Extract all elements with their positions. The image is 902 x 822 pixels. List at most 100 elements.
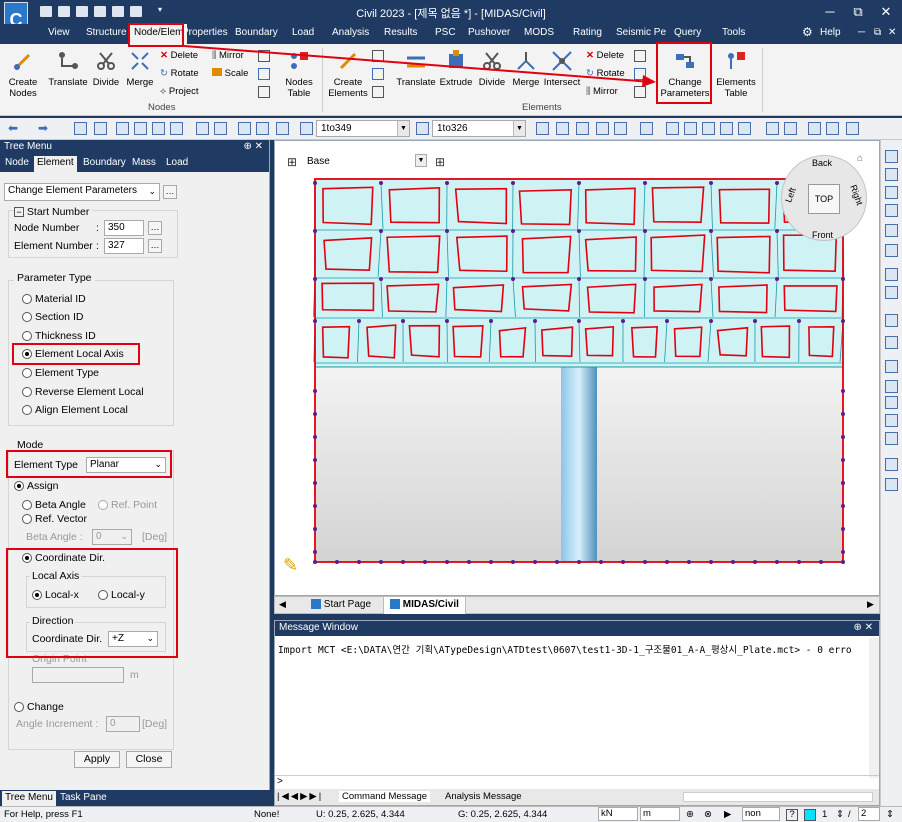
create-nodes-button[interactable]: Create Nodes [6, 50, 40, 99]
start-number-toggle[interactable]: − Start Number [14, 206, 93, 218]
mesh-element[interactable] [408, 324, 441, 358]
radio-local-y[interactable]: Local-y [98, 589, 145, 601]
command-line[interactable]: > [275, 775, 879, 789]
mesh-node[interactable] [357, 560, 361, 564]
tab-start-page[interactable]: Start Page [305, 597, 377, 614]
mesh-node[interactable] [731, 560, 735, 564]
mesh-element[interactable] [454, 187, 508, 225]
mesh-node[interactable] [313, 560, 317, 564]
radio-local-x[interactable]: Local-x [32, 589, 79, 601]
mesh-node[interactable] [643, 277, 647, 281]
tab-node[interactable]: Node [5, 157, 29, 168]
change-parameters-button[interactable]: Change Parameters [660, 50, 710, 99]
mirror-nodes-button[interactable]: ⫼ Mirror [212, 50, 244, 61]
mesh-element[interactable] [718, 284, 768, 314]
mesh-node[interactable] [577, 277, 581, 281]
mesh-node[interactable] [467, 560, 471, 564]
toolbar-icon[interactable] [640, 122, 653, 135]
coord-dir-select[interactable]: +Z ⌄ [108, 631, 158, 647]
radio-change[interactable]: Change [14, 701, 64, 713]
inner-minimize-button[interactable]: ─ [858, 27, 865, 38]
mesh-node[interactable] [709, 319, 713, 323]
mesh-element[interactable] [452, 325, 484, 358]
delete-elements-button[interactable]: ✕ Delete [586, 50, 624, 61]
view-tool-icon[interactable] [885, 186, 898, 199]
toolbar-icon[interactable] [766, 122, 779, 135]
mesh-element[interactable] [716, 326, 749, 357]
mesh-element[interactable] [322, 186, 374, 226]
mesh-node[interactable] [511, 229, 515, 233]
tab-psc[interactable]: PSC [435, 27, 456, 38]
mesh-node[interactable] [401, 319, 405, 323]
toolbar-icon[interactable] [684, 122, 697, 135]
message-hscrollbar[interactable] [683, 792, 873, 802]
tab-seismic[interactable]: Seismic Pe [616, 27, 666, 38]
mesh-element[interactable] [584, 187, 636, 226]
mesh-element[interactable] [673, 326, 703, 358]
toolbar-icon[interactable] [556, 122, 569, 135]
mesh-element[interactable] [521, 235, 572, 274]
help-menu[interactable]: Help [820, 27, 841, 38]
tab-load-tree[interactable]: Load [166, 157, 188, 168]
toolbar-icon[interactable] [238, 122, 251, 135]
project-nodes-button[interactable]: ⟡ Project [160, 86, 199, 97]
toolbar-icon[interactable] [702, 122, 715, 135]
mesh-node[interactable] [841, 550, 845, 554]
inner-restore-button[interactable]: ⧉ [874, 27, 881, 38]
model-viewport[interactable]: ⊞ Base ▼ ⊞ Back Front Left Right TOP ⌂ ✎ [274, 140, 880, 596]
toolbar-icon[interactable] [152, 122, 165, 135]
intersect-button[interactable]: Intersect [542, 50, 582, 88]
tab-structure[interactable]: Structure [86, 27, 127, 38]
radio-beta-angle[interactable]: Beta Angle [22, 499, 86, 511]
element-tool-icon-3[interactable] [372, 86, 384, 98]
toolbar-icon[interactable] [784, 122, 797, 135]
mesh-element[interactable] [808, 326, 835, 358]
tab-query[interactable]: Query [674, 27, 701, 38]
mesh-element[interactable] [388, 187, 441, 224]
view-tool-icon[interactable] [885, 168, 898, 181]
view-tool-icon[interactable] [885, 432, 898, 445]
mesh-node[interactable] [643, 560, 647, 564]
view-cube-left[interactable]: Left [783, 186, 798, 204]
mesh-node[interactable] [511, 181, 515, 185]
mesh-node[interactable] [445, 560, 449, 564]
function-select[interactable]: Change Element Parameters ⌄ [4, 183, 160, 201]
msg-nav-icons[interactable]: |◀◀▶▶| [277, 791, 323, 802]
mesh-element[interactable] [386, 235, 441, 274]
tab-boundary[interactable]: Boundary [83, 157, 126, 168]
help-icon[interactable]: ? [786, 809, 798, 821]
view-tool-icon[interactable] [885, 396, 898, 409]
mesh-node[interactable] [797, 319, 801, 323]
mesh-node[interactable] [379, 181, 383, 185]
mesh-node[interactable] [841, 481, 845, 485]
radio-ref-point[interactable]: Ref. Point [98, 499, 157, 511]
mesh-node[interactable] [577, 560, 581, 564]
mesh-element[interactable] [323, 237, 373, 272]
mesh-node[interactable] [797, 560, 801, 564]
inner-close-button[interactable]: ✕ [888, 27, 896, 38]
toolbar-icon[interactable] [94, 122, 107, 135]
node-select-icon[interactable] [300, 122, 313, 135]
view-tool-icon[interactable] [885, 478, 898, 491]
mesh-node[interactable] [313, 389, 317, 393]
mesh-node[interactable] [775, 277, 779, 281]
radio-material-id[interactable]: Material ID [22, 293, 86, 305]
panel-pin-close-icons[interactable]: ⊕ ✕ [243, 141, 263, 152]
mesh-node[interactable] [313, 504, 317, 508]
mesh-node[interactable] [555, 560, 559, 564]
mesh-node[interactable] [709, 277, 713, 281]
rotate-nodes-button[interactable]: ↻ Rotate [160, 68, 199, 79]
mesh-node[interactable] [379, 229, 383, 233]
mesh-element[interactable] [760, 325, 791, 359]
rotate-elements-button[interactable]: ↻ Rotate [586, 68, 625, 79]
close-button[interactable]: Close [126, 751, 172, 768]
tab-scroll-left-icon[interactable]: ◀ [279, 599, 286, 610]
mesh-node[interactable] [841, 389, 845, 393]
mesh-node[interactable] [335, 560, 339, 564]
message-scrollbar[interactable] [869, 638, 879, 778]
apply-button[interactable]: Apply [74, 751, 120, 768]
mesh-element[interactable] [718, 188, 771, 224]
mesh-node[interactable] [357, 319, 361, 323]
radio-section-id[interactable]: Section ID [22, 311, 83, 323]
page-spinner-icon[interactable]: ⇕ [836, 809, 844, 820]
